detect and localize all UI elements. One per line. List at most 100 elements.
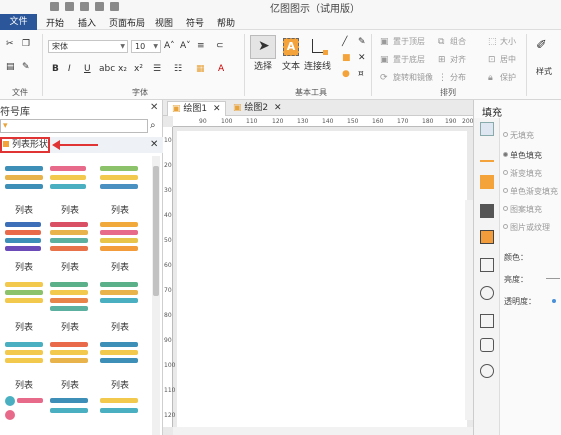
center-label[interactable]: 居中: [500, 56, 516, 64]
ellipse-icon[interactable]: ●: [342, 70, 350, 79]
menu-view[interactable]: 视图: [155, 16, 173, 29]
tab-drawing-1[interactable]: ▣ 绘图1 ✕: [167, 101, 226, 116]
list-shape-thumbnail[interactable]: [100, 164, 140, 200]
page-icon[interactable]: [480, 258, 494, 272]
text-tool-button[interactable]: A: [278, 35, 304, 59]
underline-icon[interactable]: U: [84, 65, 91, 74]
list-shape-thumbnail[interactable]: [100, 396, 140, 432]
radio-no-fill[interactable]: [503, 132, 508, 137]
line-spacing-icon[interactable]: ≡: [197, 42, 205, 51]
brightness-slider[interactable]: [546, 278, 560, 279]
rotate-icon[interactable]: ⟳: [380, 74, 388, 83]
bullet-list-icon[interactable]: ☰: [153, 65, 161, 74]
fill-option-pattern[interactable]: 图案填充: [510, 204, 542, 215]
transparency-slider[interactable]: [552, 299, 556, 303]
line-icon[interactable]: ╱: [342, 38, 347, 47]
send-to-back-label[interactable]: 置于底层: [393, 56, 425, 64]
list-shape-thumbnail[interactable]: [5, 164, 45, 200]
align-icon[interactable]: ⊞: [438, 56, 446, 65]
point-icon[interactable]: ¤: [358, 70, 364, 79]
send-to-back-icon[interactable]: ▣: [380, 56, 389, 65]
search-icon[interactable]: ⌕: [150, 120, 156, 131]
fill-option-gradient[interactable]: 渐变填充: [510, 168, 542, 179]
list-shape-thumbnail[interactable]: [100, 220, 140, 256]
radio-mono-gradient-fill[interactable]: [503, 188, 508, 193]
list-shape-thumbnail[interactable]: [50, 164, 90, 200]
bold-icon[interactable]: B: [52, 65, 59, 74]
list-shape-thumbnail[interactable]: [5, 220, 45, 256]
superscript-icon[interactable]: x²: [134, 65, 143, 74]
globe-icon[interactable]: [480, 286, 494, 300]
rectangle-icon[interactable]: ■: [342, 54, 351, 63]
format-painter-icon[interactable]: ✎: [22, 63, 30, 72]
menu-home[interactable]: 开始: [46, 16, 64, 29]
cut-icon[interactable]: ✂: [6, 40, 14, 49]
radio-solid-fill[interactable]: [503, 152, 508, 157]
menu-symbol[interactable]: 符号: [186, 16, 204, 29]
pen-icon[interactable]: ✎: [358, 38, 366, 47]
radio-pattern-fill[interactable]: [503, 206, 508, 211]
document-icon[interactable]: [480, 314, 494, 328]
library-scrollbar[interactable]: [152, 156, 160, 435]
canvas-vertical-scrollbar[interactable]: [465, 200, 473, 420]
new-icon[interactable]: [50, 2, 59, 11]
list-shape-thumbnail[interactable]: [50, 220, 90, 256]
highlight-color-icon[interactable]: ▦: [196, 65, 205, 74]
protect-icon[interactable]: 🔒︎: [488, 74, 493, 83]
close-icon[interactable]: ✕: [150, 139, 158, 150]
font-color-icon[interactable]: A: [218, 65, 224, 74]
list-shape-thumbnail[interactable]: [50, 280, 90, 316]
comment-icon[interactable]: [480, 338, 494, 352]
help-icon[interactable]: [480, 364, 494, 378]
size-label[interactable]: 大小: [500, 38, 516, 46]
file-menu[interactable]: 文件: [0, 14, 37, 30]
protect-label[interactable]: 保护: [500, 74, 516, 82]
bring-to-front-label[interactable]: 置于顶层: [393, 38, 425, 46]
export-icon[interactable]: [110, 2, 119, 11]
shadow-icon[interactable]: [480, 175, 494, 189]
distribute-label[interactable]: 分布: [450, 74, 466, 82]
line-style-icon[interactable]: [480, 148, 494, 162]
list-shape-thumbnail[interactable]: [5, 280, 45, 316]
rotate-label[interactable]: 旋转和镜像: [393, 74, 433, 82]
subscript-icon[interactable]: x₂: [118, 65, 127, 74]
italic-icon[interactable]: I: [68, 65, 71, 74]
copy-icon[interactable]: ❐: [22, 40, 30, 49]
style-button[interactable]: ✐: [530, 35, 556, 59]
group-icon[interactable]: ⧉: [438, 38, 444, 47]
fill-option-solid[interactable]: 单色填充: [510, 150, 542, 161]
scrollbar-thumb[interactable]: [153, 166, 159, 296]
fill-option-none[interactable]: 无填充: [510, 130, 534, 141]
size-icon[interactable]: ⬚: [488, 38, 497, 47]
list-shape-thumbnail[interactable]: [50, 340, 90, 376]
layer-icon[interactable]: [480, 230, 494, 244]
radio-picture-fill[interactable]: [503, 224, 508, 229]
close-icon[interactable]: ✕: [274, 103, 282, 113]
font-name-select[interactable]: 宋体 ▼: [48, 40, 128, 53]
connector-tool-button[interactable]: [305, 35, 331, 59]
group-label[interactable]: 组合: [450, 38, 466, 46]
list-shape-thumbnail[interactable]: [50, 396, 90, 432]
image-icon[interactable]: [480, 204, 494, 218]
menu-page-layout[interactable]: 页面布局: [109, 16, 145, 29]
font-grow-icon[interactable]: A˄: [164, 42, 175, 51]
close-icon[interactable]: ✕: [213, 104, 221, 114]
list-shape-thumbnail[interactable]: [5, 396, 45, 432]
paragraph-icon[interactable]: ⊂: [216, 42, 224, 51]
cross-icon[interactable]: ✕: [358, 54, 366, 63]
list-shape-thumbnail[interactable]: [5, 340, 45, 376]
close-icon[interactable]: ✕: [150, 102, 158, 113]
tab-drawing-2[interactable]: ▣ 绘图2 ✕: [229, 101, 286, 116]
select-tool-button[interactable]: ➤: [250, 35, 276, 59]
center-icon[interactable]: ⊡: [488, 56, 496, 65]
menu-insert[interactable]: 插入: [78, 16, 96, 29]
font-shrink-icon[interactable]: A˅: [180, 42, 191, 51]
list-shape-thumbnail[interactable]: [100, 340, 140, 376]
fill-option-mono-gradient[interactable]: 单色渐变填充: [510, 186, 558, 197]
category-list-shapes[interactable]: 列表形状: [0, 137, 50, 153]
align-label[interactable]: 对齐: [450, 56, 466, 64]
fill-icon[interactable]: [480, 122, 494, 136]
paste-icon[interactable]: ▤: [6, 63, 15, 72]
library-search-input[interactable]: ▾: [0, 119, 148, 133]
open-icon[interactable]: [65, 2, 74, 11]
